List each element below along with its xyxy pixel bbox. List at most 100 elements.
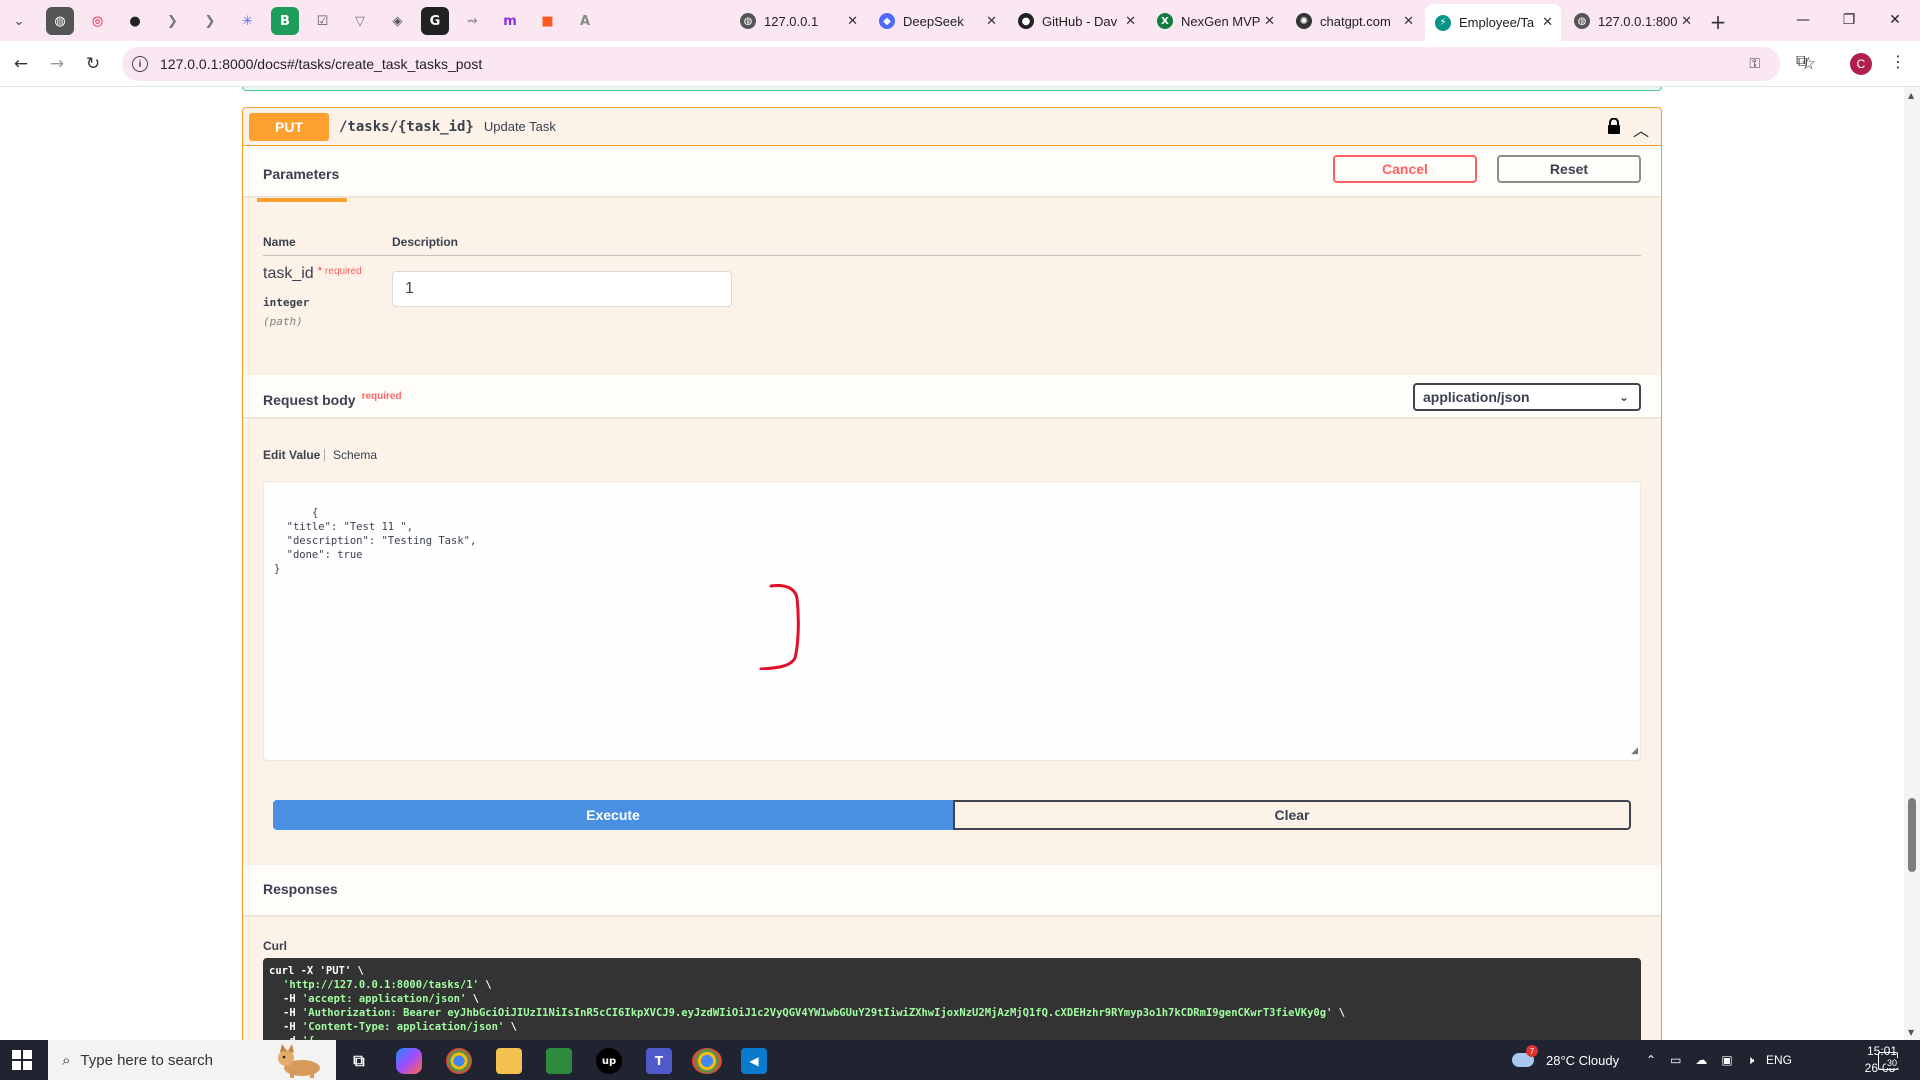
tab-label: chatgpt.com [1320,13,1391,29]
pinned-tab-globe-icon[interactable]: ◍ [46,7,74,35]
tab-divider [324,449,325,461]
chrome-icon[interactable] [446,1048,472,1074]
browser-tab[interactable]: ◍ 127.0.0.1:800 ✕ [1564,7,1700,35]
language-indicator[interactable]: ENG [1766,1040,1792,1080]
search-highlight-dog-icon [278,1044,320,1078]
extensions-icon[interactable]: ⧉ [1796,51,1807,71]
browser-tab[interactable]: X NexGen MVP ✕ [1147,7,1283,35]
copilot-icon[interactable] [396,1048,422,1074]
pinned-tab-arrow-icon[interactable]: ❯ [196,7,224,35]
browser-tab[interactable]: ◆ DeepSeek ✕ [869,7,1005,35]
profile-avatar[interactable]: C [1850,53,1872,75]
restore-icon[interactable]: ❐ [1826,8,1872,32]
pinned-tab-b-icon[interactable]: B [271,7,299,35]
tab-close-icon[interactable]: ✕ [847,14,858,29]
tab-label: Employee/Ta [1459,15,1535,30]
tab-close-icon[interactable]: ✕ [1542,15,1553,30]
request-body-editor[interactable]: { "title": "Test 11 ", "description": "T… [263,481,1641,761]
operation-summary-text: Update Task [483,119,556,134]
taskbar-search-placeholder[interactable]: Type here to search [80,1052,213,1069]
taskbar-search[interactable]: ⌕ Type here to search [48,1040,336,1080]
pinned-tab-github-icon[interactable]: ● [121,7,149,35]
network-icon[interactable]: ▣ [1721,1053,1732,1067]
browser-tab[interactable]: ⚡ Employee/Ta ✕ [1425,4,1561,41]
pinned-tab-vector-icon[interactable]: ▽ [346,7,374,35]
upwork-icon[interactable]: up [596,1048,622,1074]
page-scrollbar[interactable]: ▲ ▼ [1904,87,1920,1041]
execute-button[interactable]: Execute [273,800,953,830]
browser-tab[interactable]: ✺ chatgpt.com ✕ [1286,7,1422,35]
site-info-icon[interactable]: i [132,56,148,72]
notepad-plus-icon[interactable] [546,1048,572,1074]
tab-close-icon[interactable]: ✕ [1264,14,1275,29]
tab-close-icon[interactable]: ✕ [986,14,997,29]
curl-tail: \ [504,1021,517,1033]
windows-start-icon[interactable] [12,1050,32,1070]
tab-search-icon[interactable]: ⌄ [8,10,30,32]
back-icon[interactable]: ← [8,51,34,77]
excel-icon: X [1157,13,1173,29]
content-type-select[interactable]: application/json ⌄ [1413,383,1641,411]
scrollbar-thumb[interactable] [1908,798,1916,872]
pinned-tab-sparkle-icon[interactable]: ✳ [234,7,262,35]
browser-tab[interactable]: ● GitHub - Dav ✕ [1008,7,1144,35]
clear-button[interactable]: Clear [953,800,1631,830]
request-body-json[interactable]: { "title": "Test 11 ", "description": "T… [274,507,476,575]
cancel-button[interactable]: Cancel [1333,155,1477,183]
column-description-header: Description [392,235,459,249]
forward-icon[interactable]: → [44,51,70,77]
password-key-icon[interactable]: ⚿ [1749,56,1760,72]
volume-icon[interactable]: 🕨 [1747,1053,1755,1068]
browser-tab[interactable]: ◍ 127.0.0.1 ✕ [730,7,866,35]
search-icon: ⌕ [62,1051,71,1069]
pinned-tab-diamond-icon[interactable]: ◈ [384,7,412,35]
pinned-tab-g-icon[interactable]: G [421,7,449,35]
resize-handle-icon[interactable]: ◢ [1631,744,1638,758]
collapse-chevron-icon[interactable]: ︿ [1633,117,1649,141]
new-tab-button[interactable]: + [1704,8,1732,36]
chevron-up-icon[interactable]: ⌃ [1646,1053,1656,1067]
minimize-icon[interactable]: — [1780,8,1826,32]
pinned-tab-arrow-icon[interactable]: ❯ [159,7,187,35]
curl-command-block[interactable]: curl -X 'PUT' \'http://127.0.0.1:8000/ta… [263,958,1641,1041]
deepseek-icon: ◆ [879,13,895,29]
pinned-tab-link-icon[interactable]: ⇝ [459,7,487,35]
tab-schema[interactable]: Schema [333,448,377,462]
tab-parameters[interactable]: Parameters [256,166,348,202]
reset-button[interactable]: Reset [1497,155,1641,183]
tab-close-icon[interactable]: ✕ [1403,14,1414,29]
pinned-tab-m-icon[interactable]: m [496,7,524,35]
param-name-text: task_id [263,265,314,282]
task-id-input[interactable]: 1 [392,271,732,307]
onedrive-icon[interactable]: ☁ [1695,1053,1707,1067]
operation-path: /tasks/{task_id} [339,118,474,135]
chevron-down-icon: ⌄ [1618,390,1629,404]
weather-widget[interactable]: 7 28°C Cloudy [1512,1040,1619,1080]
reload-icon[interactable]: ↻ [80,51,106,77]
file-explorer-icon[interactable] [496,1048,522,1074]
tab-edit-value[interactable]: Edit Value [263,448,320,462]
scroll-up-icon[interactable]: ▲ [1908,91,1914,100]
put-operation-block: PUT /tasks/{task_id} Update Task ︿ Param… [242,107,1662,1041]
pinned-tab-a-icon[interactable]: A [571,7,599,35]
lock-icon[interactable] [1607,118,1621,134]
chrome-profile-icon[interactable] [692,1048,722,1074]
operation-summary[interactable]: PUT /tasks/{task_id} Update Task ︿ [243,108,1661,146]
browser-menu-icon[interactable]: ⋮ [1890,52,1906,71]
scroll-down-icon[interactable]: ▼ [1908,1028,1914,1037]
meet-icon[interactable]: ▭ [1670,1053,1681,1067]
tab-close-icon[interactable]: ✕ [1125,14,1136,29]
pinned-tab-pinterest-icon[interactable]: ◎ [84,7,112,35]
teams-icon[interactable]: T [646,1048,672,1074]
url-text[interactable]: 127.0.0.1:8000/docs#/tasks/create_task_t… [160,56,482,72]
github-icon: ● [1018,13,1034,29]
address-bar[interactable]: i 127.0.0.1:8000/docs#/tasks/create_task… [122,47,1816,81]
pinned-tab-square-icon[interactable]: ■ [534,7,562,35]
vscode-icon[interactable]: ◀ [741,1048,767,1074]
task-view-icon[interactable]: ⧉ [346,1048,372,1074]
close-window-icon[interactable]: ✕ [1872,8,1918,32]
red-bracket-annotation [759,584,800,670]
tab-close-icon[interactable]: ✕ [1681,14,1692,29]
pinned-tab-checkbox-icon[interactable]: ☑ [309,7,337,35]
tab-label: 127.0.0.1 [764,13,819,29]
